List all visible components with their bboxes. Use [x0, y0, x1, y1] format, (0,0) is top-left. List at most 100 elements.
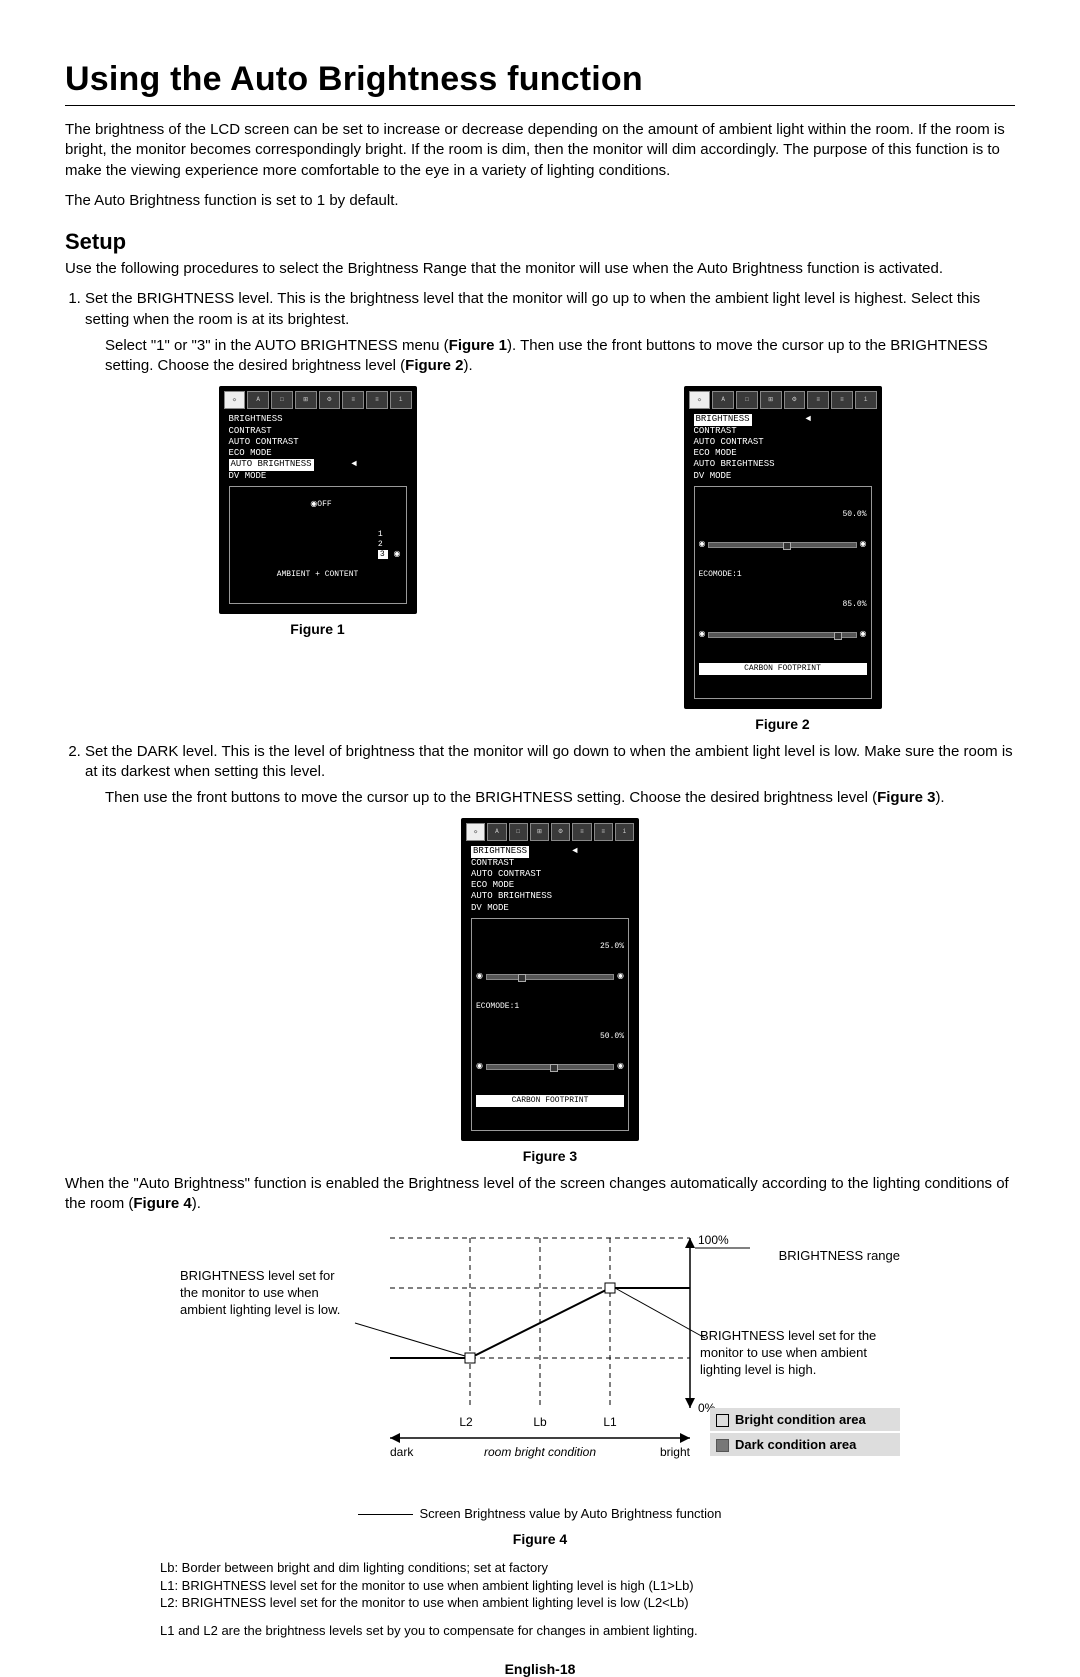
- intro-paragraph-1: The brightness of the LCD screen can be …: [65, 120, 1015, 181]
- osd-pct: 50.0%: [476, 1032, 624, 1042]
- step2b-end: ).: [935, 789, 944, 806]
- osd-item: ECO MODE: [694, 448, 872, 459]
- osd-tabbar: ☼ A □ ⊞ ⚙ ≡ ≡ i: [688, 390, 878, 410]
- osd-tab-icon: i: [390, 391, 412, 409]
- osd-tab-icon: ⊞: [295, 391, 317, 409]
- x-lb: Lb: [533, 1415, 547, 1429]
- osd-panel-fig3: ☼ A □ ⊞ ⚙ ≡ ≡ i BRIGHTNESS ◄ CONTRAST: [461, 818, 639, 1141]
- osd-menu: BRIGHTNESS CONTRAST AUTO CONTRAST ECO MO…: [223, 410, 413, 610]
- osd-hl: BRIGHTNESS: [694, 414, 752, 425]
- osd-panel-fig2: ☼ A □ ⊞ ⚙ ≡ ≡ i BRIGHTNESS ◄ CONTRAST: [684, 386, 882, 709]
- afterfig3-end: ).: [192, 1195, 201, 1212]
- osd-tab-icon: ⊞: [760, 391, 782, 409]
- brightness-graph: BRIGHTNESS level set for the monitor to …: [180, 1228, 900, 1488]
- step2b-fig: Figure 3: [877, 789, 935, 806]
- afterfig3-fig: Figure 4: [133, 1195, 191, 1212]
- osd-footer-line: AMBIENT + CONTENT: [234, 570, 402, 580]
- osd-slider: ◉◉: [476, 972, 624, 982]
- osd-hl: BRIGHTNESS: [471, 846, 529, 857]
- figure-2-caption: Figure 2: [684, 715, 882, 734]
- osd-tab-icon: i: [615, 823, 634, 841]
- osd-slider: ◉◉: [699, 630, 867, 640]
- osd-tab-icon: ⊞: [530, 823, 549, 841]
- after-fig3-paragraph: When the "Auto Brightness" function is e…: [65, 1174, 1015, 1215]
- legend-bright-area: Bright condition area: [710, 1408, 900, 1431]
- osd-tab-icon: ≡: [807, 391, 829, 409]
- osd-tab-icon: ⚙: [784, 391, 806, 409]
- title-rule: [65, 105, 1015, 106]
- osd-carbon: CARBON FOOTPRINT: [699, 663, 867, 675]
- osd-item: DV MODE: [471, 903, 629, 914]
- intro-paragraph-2: The Auto Brightness function is set to 1…: [65, 191, 1015, 211]
- def-lb: Lb: Border between bright and dim lighti…: [160, 1559, 920, 1577]
- osd-hl: AUTO BRIGHTNESS: [229, 459, 314, 470]
- graph-series-legend: Screen Brightness value by Auto Brightne…: [180, 1506, 900, 1521]
- osd-eco: ECOMODE:1: [476, 1002, 624, 1012]
- x-mid: room bright condition: [484, 1445, 596, 1459]
- figure-3: ☼ A □ ⊞ ⚙ ≡ ≡ i BRIGHTNESS ◄ CONTRAST: [461, 818, 639, 1165]
- osd-panel-fig1: ☼ A □ ⊞ ⚙ ≡ ≡ i BRIGHTNESS CONTRAST: [219, 386, 417, 614]
- osd-item-highlight: AUTO BRIGHTNESS ◄: [229, 459, 407, 470]
- step-1-text-a: Set the BRIGHTNESS level. This is the br…: [85, 290, 980, 327]
- osd-tab-icon: ☼: [224, 391, 246, 409]
- step1b-end: ).: [464, 357, 473, 374]
- step-2-text-b: Then use the front buttons to move the c…: [105, 788, 1015, 808]
- osd-item: BRIGHTNESS: [229, 414, 407, 425]
- osd-tab-icon: □: [509, 823, 528, 841]
- page-footer: English-18: [65, 1661, 1015, 1677]
- osd-eco: ECOMODE:1: [699, 570, 867, 580]
- square-icon: [716, 1414, 729, 1427]
- osd-opt: 2: [378, 540, 384, 549]
- osd-menu: BRIGHTNESS ◄ CONTRAST AUTO CONTRAST ECO …: [688, 410, 878, 705]
- osd-opt-nums: 1 2 3 ◉: [273, 520, 401, 570]
- osd-item: AUTO CONTRAST: [694, 437, 872, 448]
- figure-4: BRIGHTNESS level set for the monitor to …: [180, 1228, 900, 1547]
- def-l2: L2: BRIGHTNESS level set for the monitor…: [160, 1594, 920, 1612]
- osd-tab-icon: A: [712, 391, 734, 409]
- osd-slider: ◉◉: [699, 540, 867, 550]
- osd-tab-icon: ≡: [594, 823, 613, 841]
- step-2: Set the DARK level. This is the level of…: [85, 742, 1015, 1166]
- definitions: Lb: Border between bright and dim lighti…: [160, 1559, 920, 1639]
- line-icon: [358, 1514, 413, 1515]
- osd-item-highlight: BRIGHTNESS ◄: [694, 414, 872, 425]
- osd-tab-icon: i: [855, 391, 877, 409]
- graph-note-right-mid: BRIGHTNESS level set for the monitor to …: [700, 1328, 900, 1379]
- figure-1: ☼ A □ ⊞ ⚙ ≡ ≡ i BRIGHTNESS CONTRAST: [219, 386, 417, 733]
- x-bright: bright: [660, 1445, 691, 1459]
- step1b-fig1: Figure 1: [449, 337, 507, 354]
- graph-note-right-top: BRIGHTNESS range: [779, 1248, 900, 1263]
- osd-item: DV MODE: [694, 471, 872, 482]
- osd-option-box: ◉OFF 1 2 3 ◉ AMBIENT + CONTENT: [229, 486, 407, 604]
- page-title: Using the Auto Brightness function: [65, 60, 1015, 99]
- step-1-text-b: Select "1" or "3" in the AUTO BRIGHTNESS…: [105, 336, 1015, 377]
- osd-opt-selected: 3: [378, 550, 388, 559]
- graph-area-legend: Bright condition area Dark condition are…: [710, 1408, 900, 1458]
- osd-tabbar: ☼ A □ ⊞ ⚙ ≡ ≡ i: [223, 390, 413, 410]
- square-fill-icon: [716, 1439, 729, 1452]
- osd-tab-icon: ☼: [466, 823, 485, 841]
- step1b-fig2: Figure 2: [405, 357, 463, 374]
- y-top-label: 100%: [698, 1233, 729, 1247]
- osd-item: CONTRAST: [471, 858, 629, 869]
- osd-opt-off: ◉OFF: [310, 500, 331, 509]
- osd-item: DV MODE: [229, 471, 407, 482]
- osd-item: AUTO CONTRAST: [471, 869, 629, 880]
- step-1: Set the BRIGHTNESS level. This is the br…: [85, 289, 1015, 733]
- osd-item: AUTO BRIGHTNESS: [471, 891, 629, 902]
- def-l1: L1: BRIGHTNESS level set for the monitor…: [160, 1577, 920, 1595]
- figure-2: ☼ A □ ⊞ ⚙ ≡ ≡ i BRIGHTNESS ◄ CONTRAST: [684, 386, 882, 733]
- figure-3-caption: Figure 3: [461, 1147, 639, 1166]
- osd-pct: 50.0%: [699, 510, 867, 520]
- afterfig3-pre: When the "Auto Brightness" function is e…: [65, 1175, 1009, 1212]
- osd-tab-icon: □: [271, 391, 293, 409]
- step1b-pre: Select "1" or "3" in the AUTO BRIGHTNESS…: [105, 337, 449, 354]
- x-l2: L2: [459, 1415, 473, 1429]
- figure-row-3: ☼ A □ ⊞ ⚙ ≡ ≡ i BRIGHTNESS ◄ CONTRAST: [85, 818, 1015, 1165]
- osd-menu: BRIGHTNESS ◄ CONTRAST AUTO CONTRAST ECO …: [465, 842, 635, 1137]
- osd-tab-icon: A: [247, 391, 269, 409]
- osd-tab-icon: ☼: [689, 391, 711, 409]
- osd-opt: 1: [378, 530, 384, 539]
- step2b-pre: Then use the front buttons to move the c…: [105, 789, 877, 806]
- figure-1-caption: Figure 1: [219, 620, 417, 639]
